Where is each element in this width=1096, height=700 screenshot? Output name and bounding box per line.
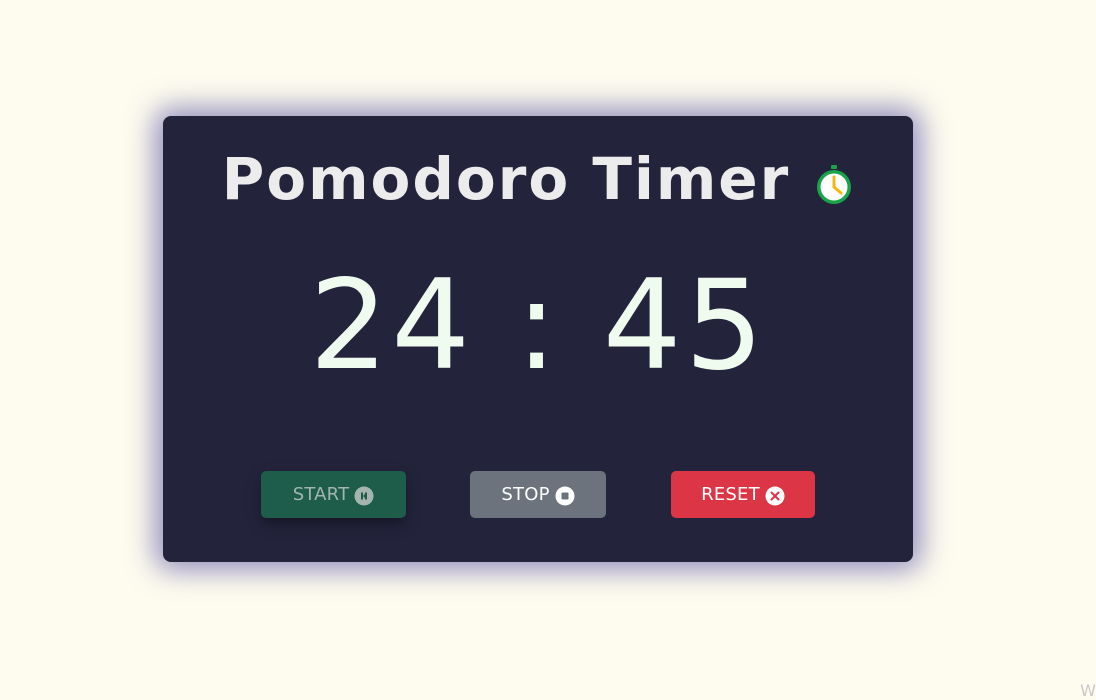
close-circle-icon	[765, 486, 785, 506]
start-button-label: START	[293, 484, 350, 505]
reset-button[interactable]: RESET	[671, 471, 815, 518]
stop-button[interactable]: STOP	[470, 471, 606, 518]
pause-circle-icon	[354, 486, 374, 506]
app-title: Pomodoro Timer	[222, 145, 790, 213]
timer-display: 24 : 45	[163, 256, 913, 396]
start-button[interactable]: START	[261, 471, 406, 518]
stopwatch-icon	[814, 164, 854, 206]
corner-watermark-text: Wi	[1080, 681, 1096, 700]
stop-button-label: STOP	[501, 484, 549, 505]
title-row: Pomodoro Timer	[163, 144, 913, 214]
timer-card: Pomodoro Timer 24 : 45 START STOP RESET	[163, 116, 913, 562]
reset-button-label: RESET	[701, 484, 760, 505]
stop-circle-icon	[555, 486, 575, 506]
